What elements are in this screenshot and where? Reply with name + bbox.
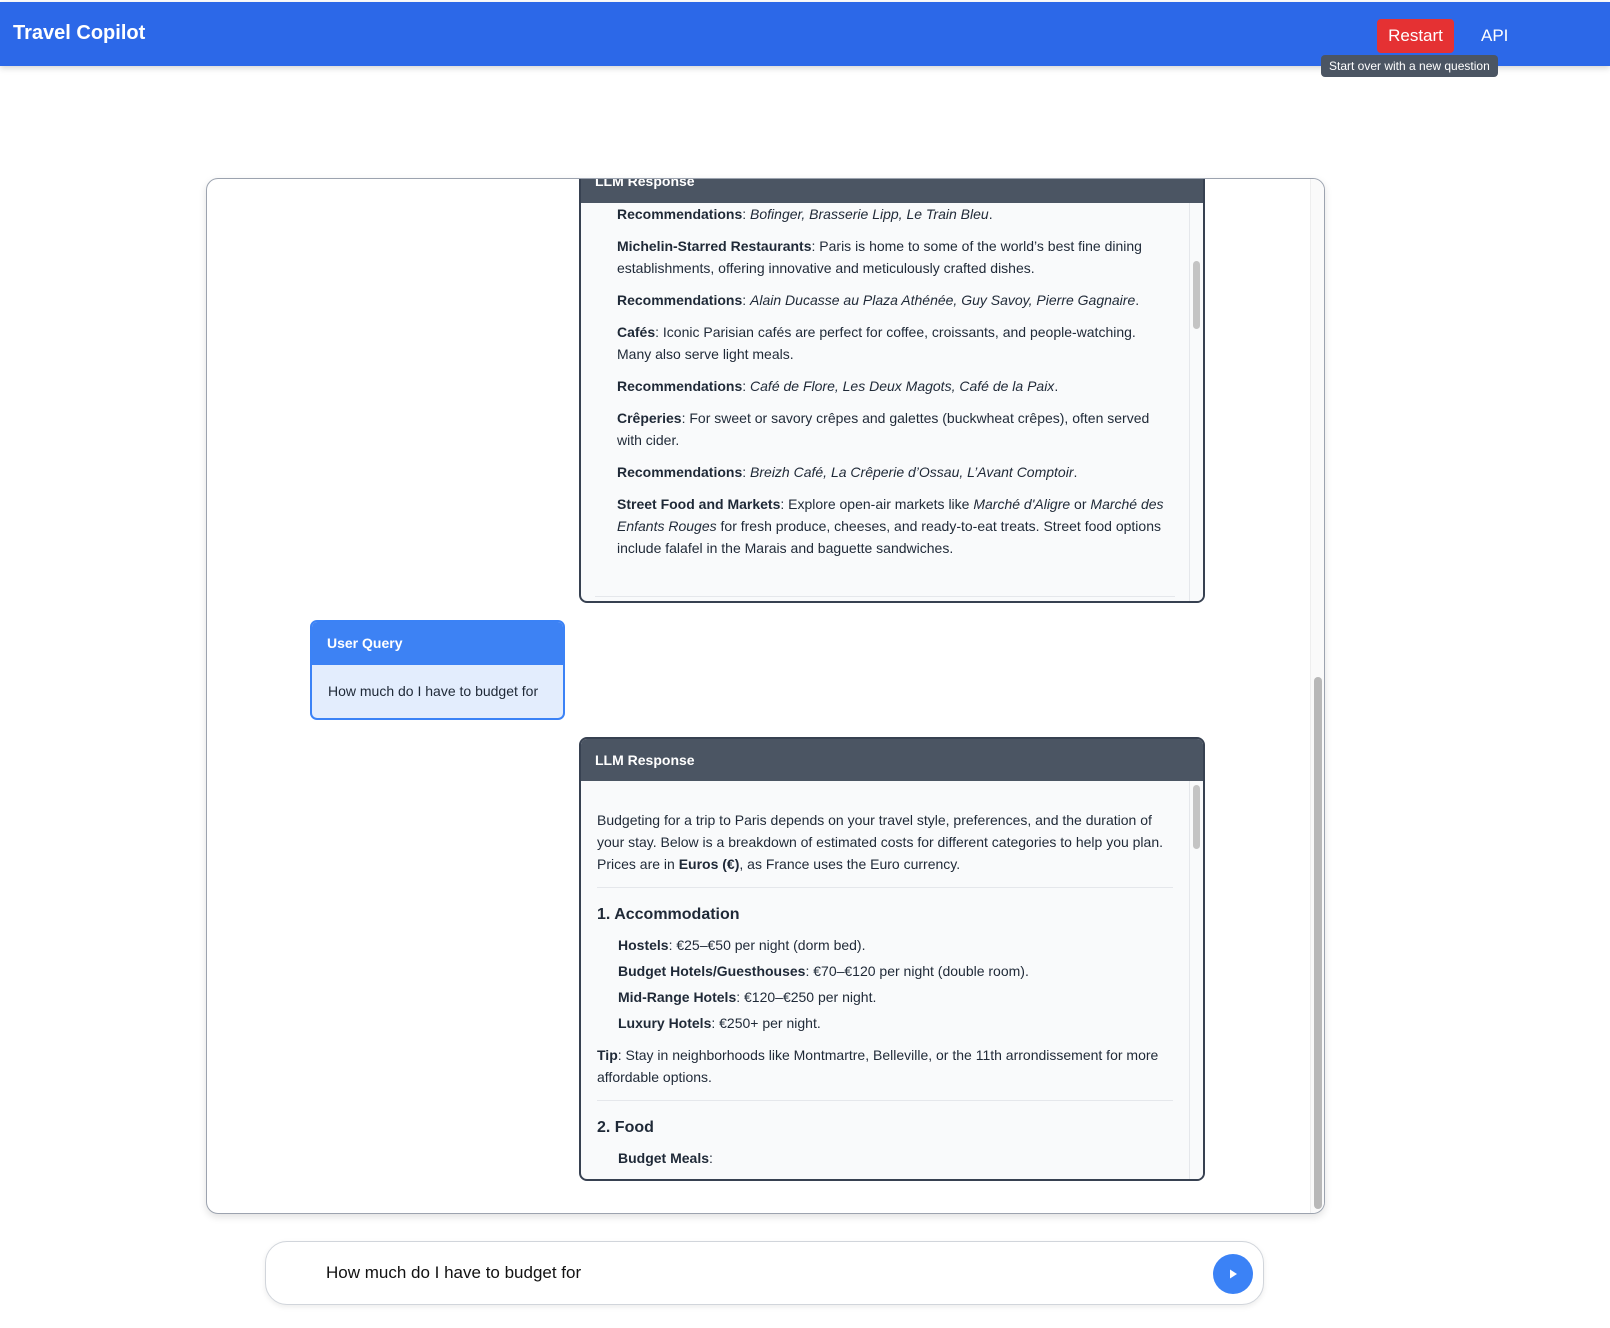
divider (597, 1100, 1173, 1101)
divider (595, 596, 1175, 597)
list-item: Hostels: €25–€50 per night (dorm bed). (618, 937, 866, 953)
chat-input[interactable] (326, 1260, 1176, 1286)
response-scrollbar-thumb[interactable] (1193, 785, 1200, 849)
list-item: Recommendations: Café de Flore, Les Deux… (617, 378, 1059, 394)
llm-response-header: LLM Response (581, 179, 1203, 203)
section-heading: 1. Accommodation (597, 906, 740, 923)
response-intro: Budgeting for a trip to Paris depends on… (597, 812, 1164, 872)
send-icon (1230, 1269, 1237, 1279)
list-item: Recommendations: Bofinger, Brasserie Lip… (617, 206, 993, 222)
chat-input-bar (265, 1241, 1264, 1305)
restart-tooltip: Start over with a new question (1321, 55, 1498, 77)
response-scrollbar[interactable] (1189, 781, 1203, 1179)
response-scrollbar[interactable] (1189, 203, 1203, 601)
api-link[interactable]: API (1481, 26, 1508, 46)
tip-text: Tip: Stay in neighborhoods like Montmart… (597, 1047, 1159, 1085)
chat-history-panel[interactable]: LLM Response Recommendations: Bofinger, … (206, 178, 1325, 1214)
llm-response-card: LLM Response Budgeting for a trip to Par… (579, 737, 1205, 1181)
llm-response-header: LLM Response (581, 739, 1203, 781)
section-heading: 2. Food (597, 1119, 654, 1136)
response-scrollbar-thumb[interactable] (1193, 261, 1200, 329)
list-item: Budget Meals: (618, 1150, 713, 1166)
chat-scrollbar-thumb[interactable] (1314, 677, 1322, 1209)
user-query-header: User Query (312, 622, 563, 665)
list-item: Crêperies: For sweet or savory crêpes an… (617, 410, 1150, 448)
list-item: Street Food and Markets: Explore open-ai… (617, 496, 1164, 556)
user-query-card: User Query How much do I have to budget … (310, 620, 565, 720)
llm-response-body[interactable]: Budgeting for a trip to Paris depends on… (581, 781, 1203, 1179)
restart-button[interactable]: Restart (1377, 19, 1454, 53)
list-item: Cafés: Iconic Parisian cafés are perfect… (617, 324, 1136, 362)
llm-response-card: LLM Response Recommendations: Bofinger, … (579, 179, 1205, 603)
list-item: Michelin-Starred Restaurants: Paris is h… (617, 238, 1142, 276)
send-button[interactable] (1213, 1254, 1253, 1294)
llm-response-body[interactable]: Recommendations: Bofinger, Brasserie Lip… (581, 203, 1203, 601)
list-item: Recommendations: Breizh Café, La Crêperi… (617, 464, 1078, 480)
app-title: Travel Copilot (13, 22, 146, 44)
list-item: Budget Hotels/Guesthouses: €70–€120 per … (618, 963, 1029, 979)
list-item: Recommendations: Alain Ducasse au Plaza … (617, 292, 1140, 308)
divider (597, 887, 1173, 888)
user-query-text: How much do I have to budget for (328, 683, 539, 699)
list-item: Mid-Range Hotels: €120–€250 per night. (618, 989, 877, 1005)
chat-scrollbar[interactable] (1310, 179, 1324, 1213)
list-item: Luxury Hotels: €250+ per night. (618, 1015, 821, 1031)
